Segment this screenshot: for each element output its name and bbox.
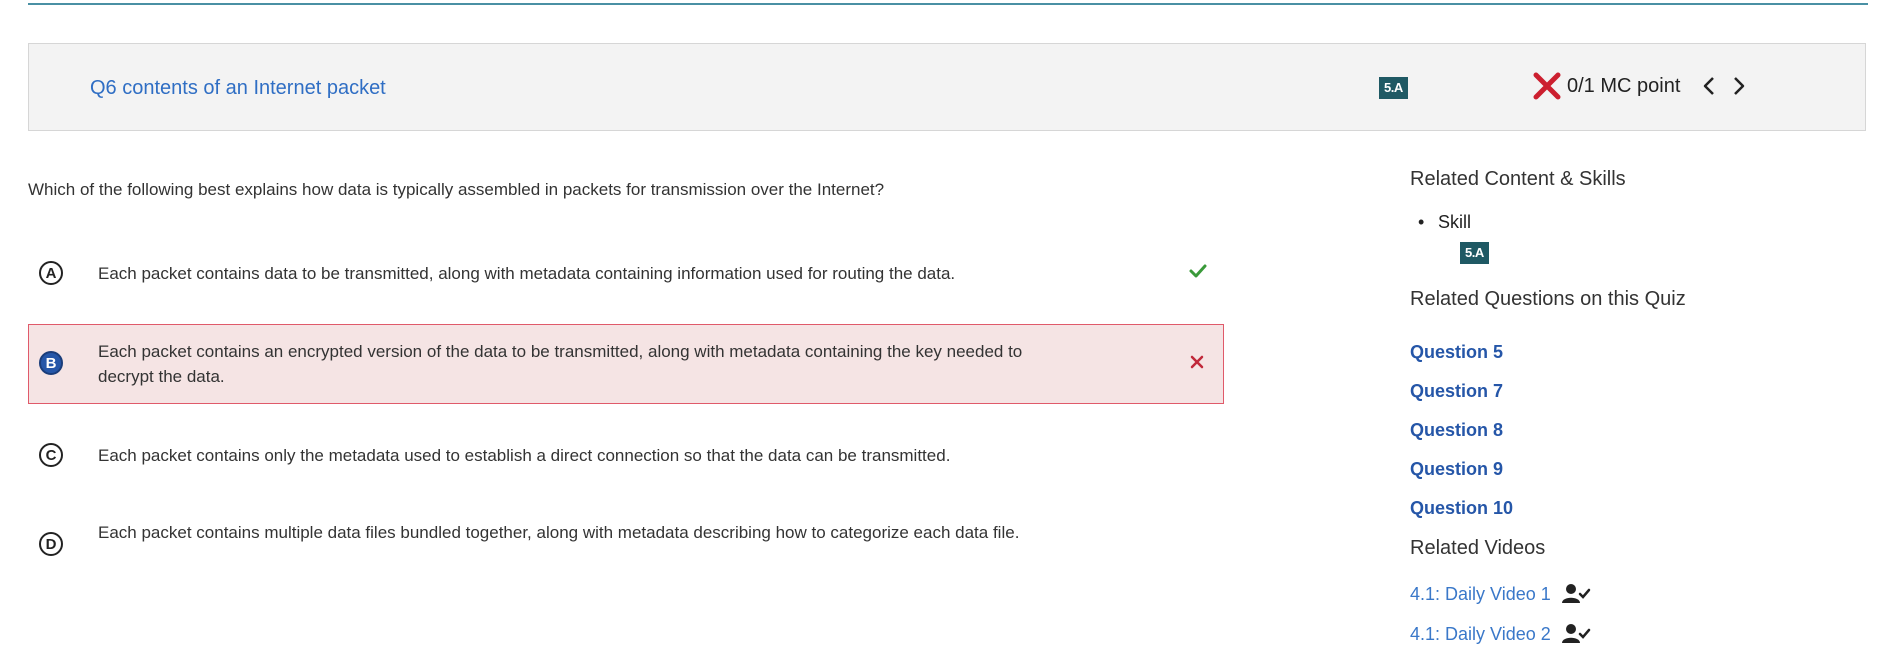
question-header: Q6 contents of an Internet packet 5.A 0/… xyxy=(28,43,1866,131)
top-rule xyxy=(28,3,1868,5)
choice-text-a: Each packet contains data to be transmit… xyxy=(98,264,956,283)
person-check-icon xyxy=(1561,584,1591,603)
score-text: 0/1 MC point xyxy=(1567,74,1681,97)
question-link[interactable]: Question 8 xyxy=(1410,420,1503,441)
choice-letter-c[interactable]: C xyxy=(39,443,63,467)
question-title[interactable]: Q6 contents of an Internet packet xyxy=(90,77,386,100)
previous-question-button[interactable] xyxy=(1694,70,1724,102)
related-content-heading: Related Content & Skills xyxy=(1410,168,1626,190)
choice-letter-b[interactable]: B xyxy=(39,351,63,375)
choice-c[interactable]: C Each packet contains only the metadata… xyxy=(28,437,1224,477)
question-link[interactable]: Question 5 xyxy=(1410,342,1503,363)
person-check-icon xyxy=(1561,624,1591,643)
video-link-label: 4.1: Daily Video 2 xyxy=(1410,623,1551,644)
video-link[interactable]: 4.1: Daily Video 1 xyxy=(1410,583,1591,605)
choice-b[interactable]: B Each packet contains an encrypted vers… xyxy=(28,324,1224,404)
chevron-right-icon xyxy=(1734,77,1745,95)
skill-label: Skill xyxy=(1418,212,1471,233)
correct-check-icon xyxy=(1188,261,1208,287)
next-question-button[interactable] xyxy=(1724,70,1754,102)
incorrect-x-icon xyxy=(1188,353,1206,377)
sidebar-skill-badge: 5.A xyxy=(1460,242,1489,264)
related-videos-heading: Related Videos xyxy=(1410,537,1546,559)
choice-text-b: Each packet contains an encrypted versio… xyxy=(98,342,1023,386)
question-link[interactable]: Question 9 xyxy=(1410,459,1503,480)
chevron-left-icon xyxy=(1704,77,1715,95)
question-link[interactable]: Question 10 xyxy=(1410,498,1513,519)
video-link-label: 4.1: Daily Video 1 xyxy=(1410,583,1551,604)
choice-text-d: Each packet contains multiple data files… xyxy=(98,523,1020,542)
choice-letter-a[interactable]: A xyxy=(39,261,63,285)
video-link[interactable]: 4.1: Daily Video 2 xyxy=(1410,623,1591,645)
question-link[interactable]: Question 7 xyxy=(1410,381,1503,402)
score-area: 0/1 MC point xyxy=(1531,70,1754,102)
choice-text-c: Each packet contains only the metadata u… xyxy=(98,446,951,465)
incorrect-x-icon xyxy=(1533,72,1561,100)
related-questions-heading: Related Questions on this Quiz xyxy=(1410,288,1686,310)
choice-a[interactable]: A Each packet contains data to be transm… xyxy=(28,255,1224,295)
question-prompt: Which of the following best explains how… xyxy=(28,180,885,199)
skill-badge: 5.A xyxy=(1379,77,1408,99)
choice-letter-d[interactable]: D xyxy=(39,532,63,556)
choice-d[interactable]: D Each packet contains multiple data fil… xyxy=(28,518,1224,578)
